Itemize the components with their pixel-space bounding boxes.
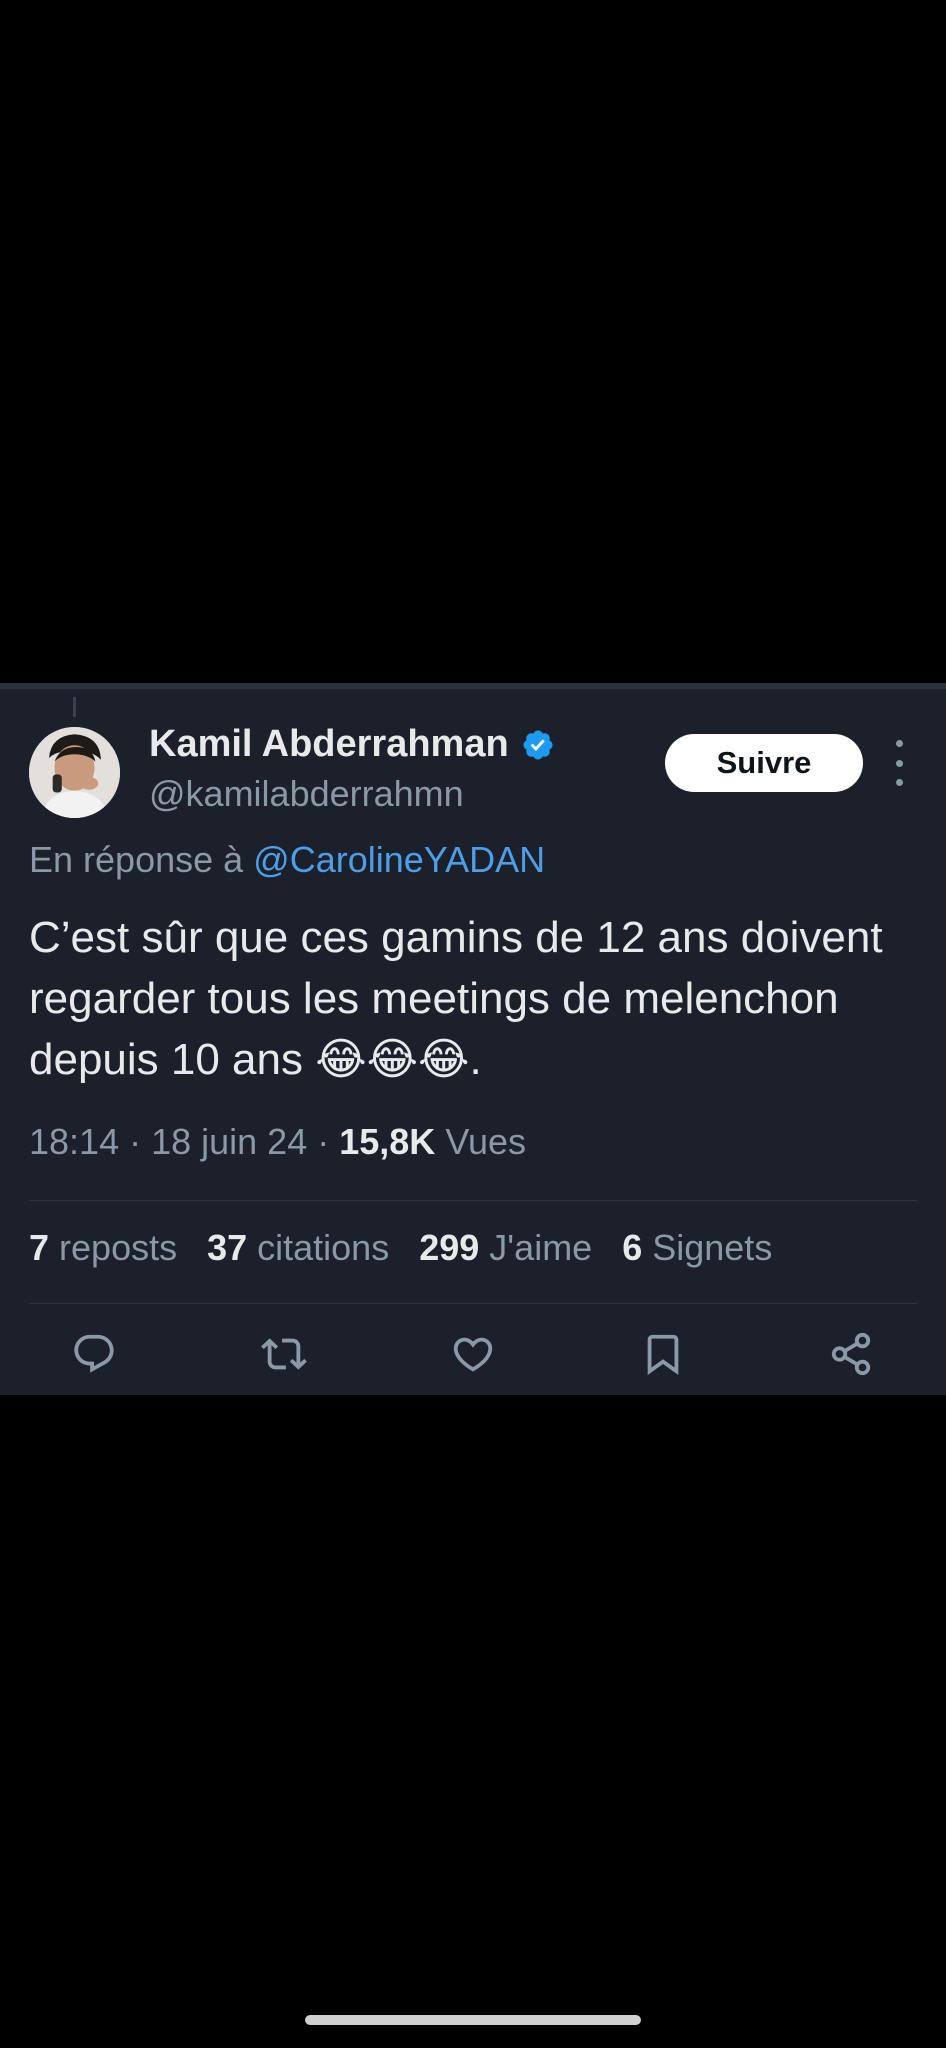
meta-separator: · [307, 1121, 340, 1162]
thread-line [73, 697, 76, 717]
stat-count: 299 [419, 1227, 480, 1268]
stat-label: citations [247, 1227, 390, 1268]
bookmark-button[interactable] [635, 1326, 691, 1382]
avatar-photo-icon [29, 727, 120, 818]
more-dot [895, 759, 903, 767]
author-name-text: Kamil Abderrahman [149, 723, 509, 765]
stat-label: reposts [49, 1227, 178, 1268]
like-button[interactable] [445, 1326, 501, 1382]
follow-button[interactable]: Suivre [665, 734, 863, 792]
tweet-card[interactable]: Kamil Abderrahman @kamilabderrahmn Suivr… [0, 683, 946, 1395]
stat-bookmarks[interactable]: 6 Signets [622, 1227, 772, 1269]
bookmark-icon [647, 1334, 679, 1375]
like-icon [453, 1337, 493, 1372]
divider [29, 1200, 917, 1201]
more-dot [895, 779, 903, 786]
share-icon [831, 1332, 871, 1376]
stat-count: 6 [622, 1227, 643, 1268]
views-count: 15,8K [339, 1121, 436, 1162]
home-indicator[interactable] [305, 2015, 641, 2025]
reply-mention-link[interactable]: @CarolineYADAN [253, 839, 545, 880]
reply-prefix: En réponse à [29, 839, 254, 880]
tweet-time[interactable]: 18:14 [29, 1121, 119, 1162]
engagement-stats: 7 reposts 37 citations 299 J'aime 6 Sign… [29, 1227, 802, 1269]
stat-reposts[interactable]: 7 reposts [29, 1227, 177, 1269]
stat-count: 37 [207, 1227, 248, 1268]
author-handle[interactable]: @kamilabderrahmn [149, 773, 464, 815]
share-button[interactable] [823, 1326, 879, 1382]
stat-count: 7 [29, 1227, 50, 1268]
tweet-date[interactable]: 18 juin 24 [151, 1121, 307, 1162]
more-options-icon[interactable] [884, 740, 914, 786]
verified-badge-icon [523, 729, 553, 760]
reply-context: En réponse à @CarolineYADAN [29, 839, 545, 881]
more-dot [895, 740, 903, 747]
author-name[interactable]: Kamil Abderrahman [149, 723, 555, 766]
meta-separator: · [119, 1121, 152, 1162]
stat-citations[interactable]: 37 citations [207, 1227, 389, 1269]
repost-button[interactable] [256, 1326, 312, 1382]
repost-icon [261, 1338, 307, 1370]
tweet-text: C’est sûr que ces gamins de 12 ans doive… [29, 913, 895, 1084]
stat-likes[interactable]: 299 J'aime [419, 1227, 592, 1269]
action-bar [0, 1326, 946, 1386]
stat-label: J'aime [479, 1227, 593, 1268]
reply-icon [74, 1334, 114, 1373]
stat-label: Signets [642, 1227, 773, 1268]
tweet-meta: 18:14 · 18 juin 24 · 15,8K Vues [29, 1121, 526, 1163]
divider [29, 1303, 917, 1304]
views-label: Vues [435, 1121, 527, 1162]
reply-button[interactable] [66, 1326, 122, 1382]
avatar[interactable] [29, 727, 120, 818]
